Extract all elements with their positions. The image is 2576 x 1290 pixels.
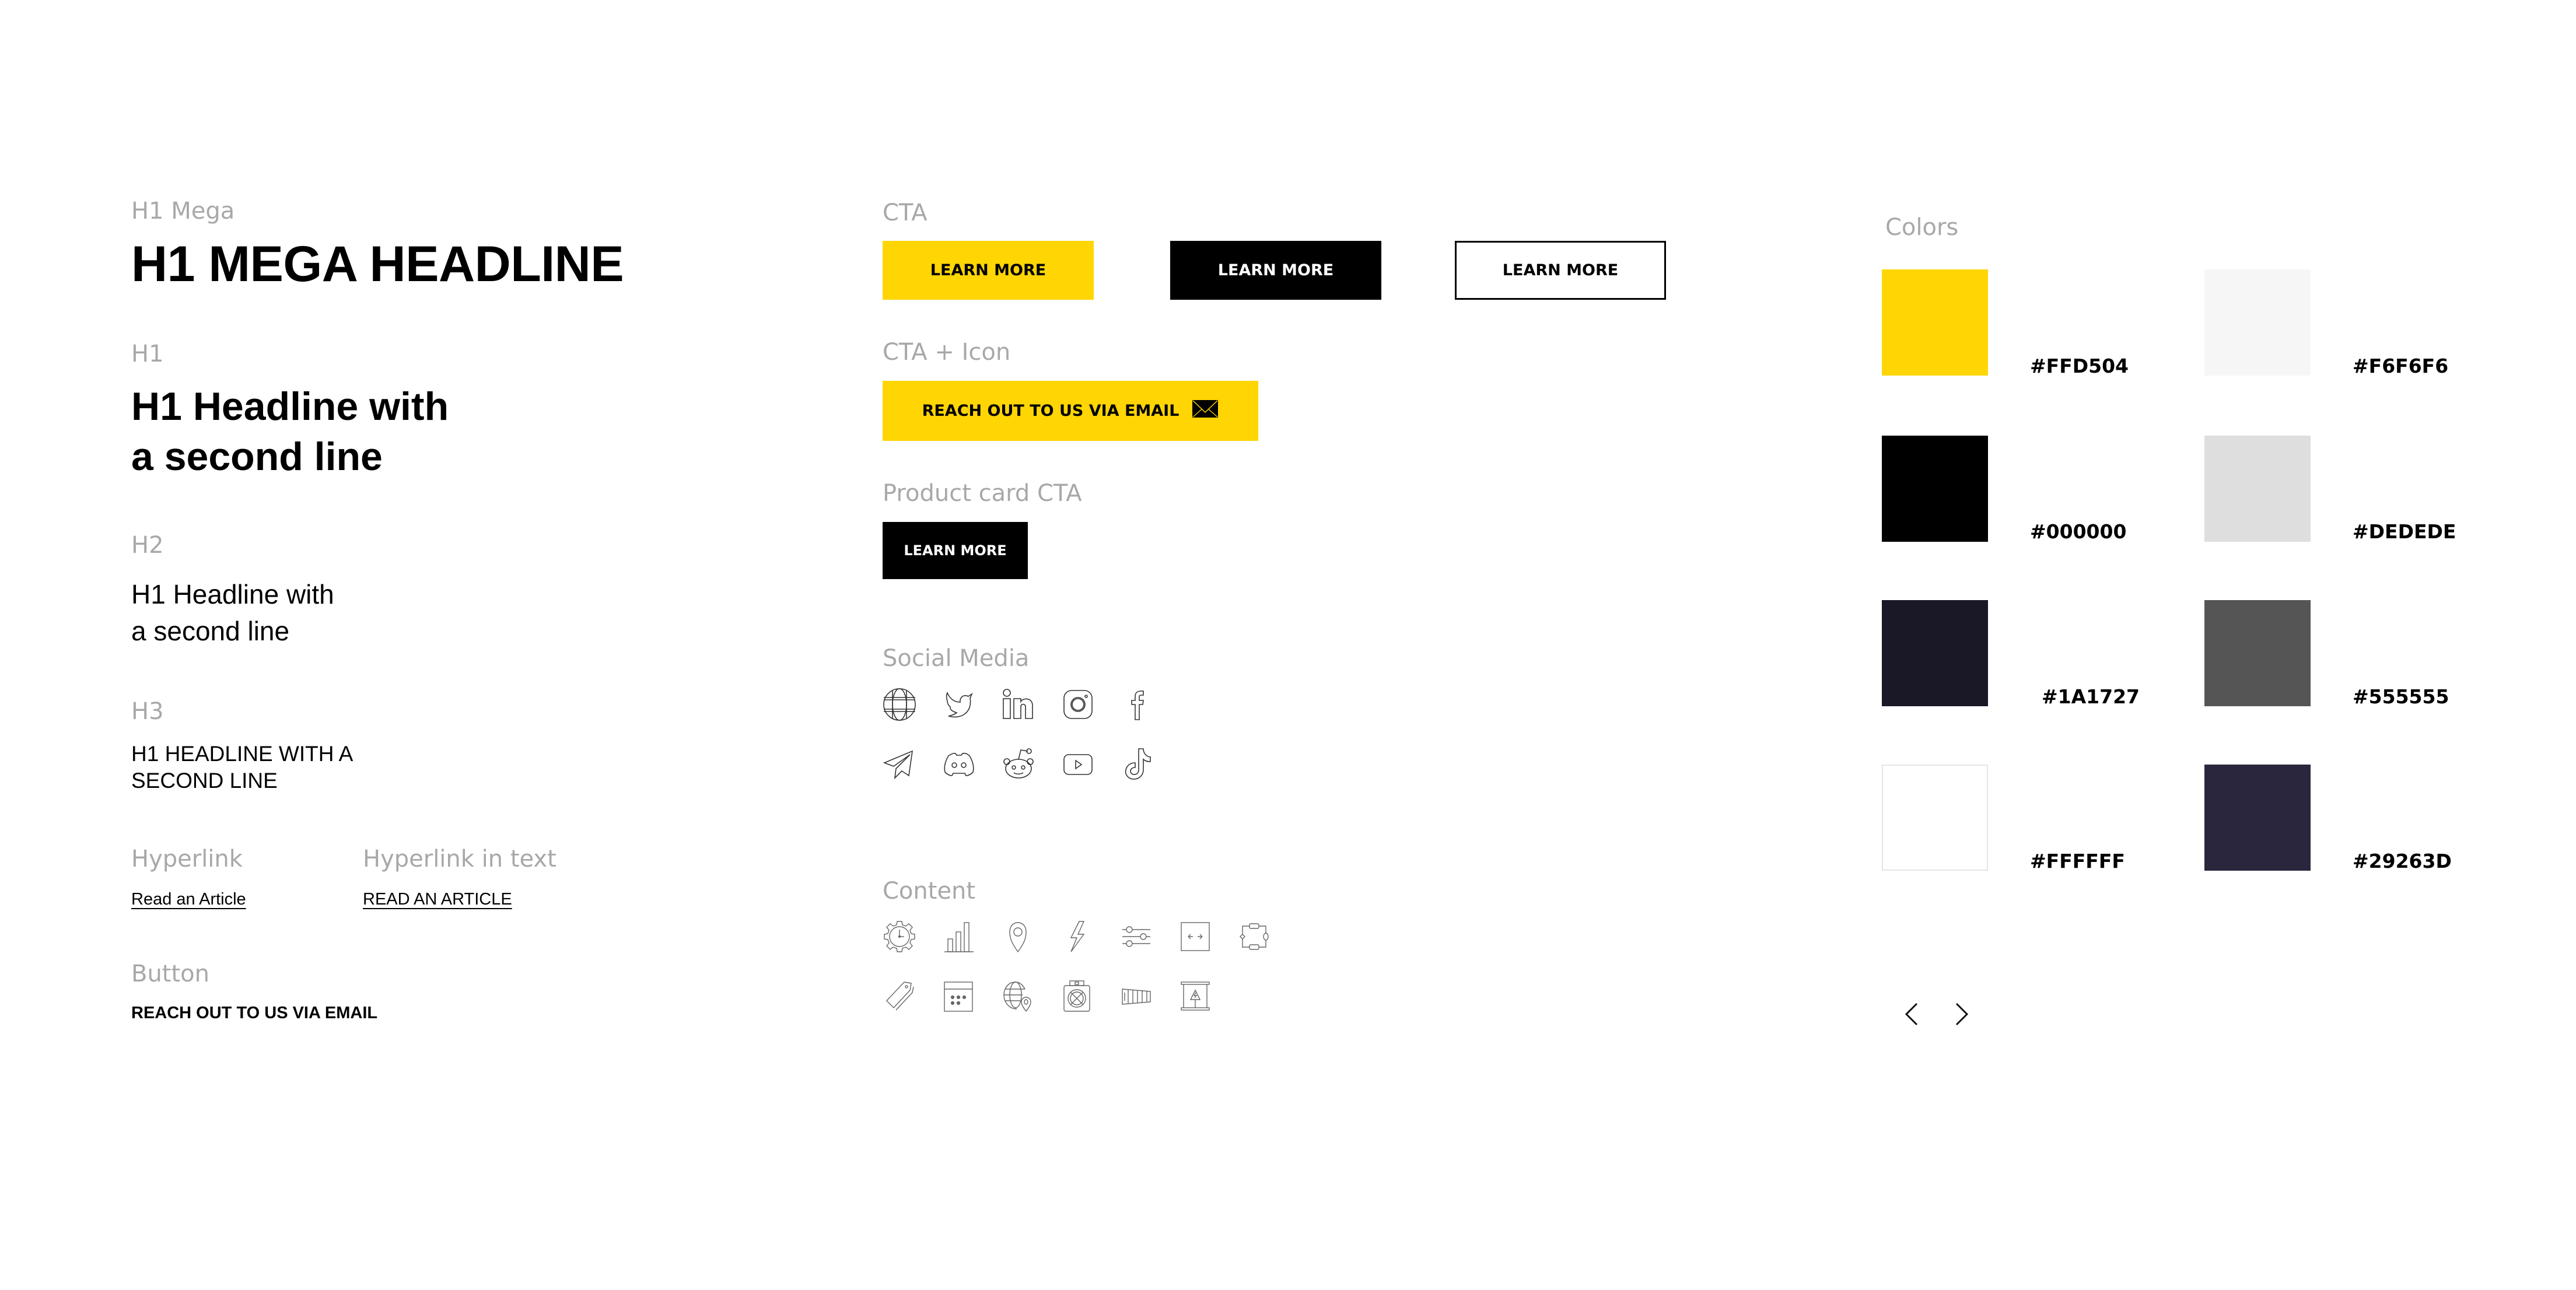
learn-more-yellow-button[interactable]: LEARN MORE (883, 241, 1094, 300)
content-label: Content (883, 878, 976, 905)
sliders-icon (1118, 918, 1155, 955)
h1-headline-line1: H1 Headline with (131, 384, 449, 429)
workflow-icon (1236, 918, 1273, 955)
learn-more-black-button[interactable]: LEARN MORE (1170, 241, 1381, 300)
youtube-icon[interactable] (1059, 745, 1097, 783)
swatch-ffd504 (1882, 269, 1988, 376)
swatch-hex-f6f6f6: #F6F6F6 (2353, 355, 2449, 377)
swatch-000000 (1882, 436, 1988, 542)
swatch-ffffff (1882, 765, 1988, 871)
h3-headline: H1 HEADLINE WITH A SECOND LINE (131, 741, 353, 794)
swatch-hex-29263d: #29263D (2353, 850, 2452, 872)
reddit-icon[interactable] (1000, 745, 1037, 783)
product-card-learn-more-button[interactable]: LEARN MORE (883, 522, 1028, 579)
reach-out-email-button[interactable]: REACH OUT TO US VIA EMAIL (883, 381, 1258, 441)
read-article-uppercase-link[interactable]: READ AN ARTICLE (363, 890, 512, 909)
swatch-hex-ffffff: #FFFFFF (2030, 850, 2125, 872)
power-cabinet-icon (1177, 977, 1214, 1015)
product-card-cta-label: Product card CTA (883, 480, 1082, 507)
h1-label: H1 (131, 341, 164, 367)
swatch-555555 (2204, 600, 2311, 706)
swatch-29263d (2204, 765, 2311, 871)
learn-more-outline-button[interactable]: LEARN MORE (1455, 241, 1666, 300)
globe-icon[interactable] (881, 686, 918, 723)
social-media-label: Social Media (883, 645, 1030, 672)
swatch-hex-1a1727: #1A1727 (2042, 685, 2140, 708)
reach-out-email-button-label: REACH OUT TO US VIA EMAIL (922, 402, 1180, 420)
twitter-icon[interactable] (940, 686, 978, 723)
chevron-right-icon[interactable] (1948, 999, 1974, 1029)
reach-out-text-button[interactable]: REACH OUT TO US VIA EMAIL (131, 1004, 377, 1023)
facebook-icon[interactable] (1119, 686, 1156, 723)
h1-headline-line2: a second line (131, 434, 383, 479)
h2-headline-line1: H1 Headline with (131, 579, 334, 609)
gear-clock-icon (881, 918, 918, 955)
swatch-dedede (2204, 436, 2311, 542)
tags-icon (881, 977, 918, 1015)
h2-headline-line2: a second line (131, 616, 290, 646)
h2-label: H2 (131, 532, 164, 559)
h2-headline: H1 Headline with a second line (131, 576, 334, 650)
bar-chart-icon (940, 918, 977, 955)
button-label: Button (131, 961, 209, 987)
h3-label: H3 (131, 698, 164, 725)
h3-headline-line2: SECOND LINE (131, 769, 278, 793)
miner-fan-icon (1058, 977, 1096, 1015)
cta-icon-label: CTA + Icon (883, 339, 1011, 366)
read-article-link[interactable]: Read an Article (131, 890, 246, 909)
chevron-left-icon[interactable] (1901, 999, 1926, 1029)
container-icon (1118, 977, 1155, 1015)
swatch-hex-000000: #000000 (2030, 520, 2127, 543)
telegram-icon[interactable] (881, 745, 918, 783)
hyperlink-label: Hyperlink (131, 846, 243, 872)
h1-headline: H1 Headline with a second line (131, 381, 449, 482)
globe-pin-icon (999, 977, 1037, 1015)
discord-icon[interactable] (940, 745, 978, 783)
mail-icon (1192, 399, 1219, 422)
lightning-icon (1058, 918, 1096, 955)
swatch-hex-dedede: #DEDEDE (2353, 520, 2456, 543)
swatch-1a1727 (1882, 600, 1988, 706)
location-pin-icon (999, 918, 1037, 955)
tiktok-icon[interactable] (1119, 745, 1156, 783)
h1-mega-label: H1 Mega (131, 198, 235, 225)
instagram-icon[interactable] (1059, 686, 1097, 723)
cta-label: CTA (883, 199, 928, 226)
hyperlink-in-text-label: Hyperlink in text (363, 846, 556, 872)
expand-arrows-icon (1177, 918, 1214, 955)
colors-label: Colors (1885, 214, 1959, 241)
swatch-hex-ffd504: #FFD504 (2030, 355, 2129, 377)
h1-mega-headline: H1 MEGA HEADLINE (131, 236, 624, 292)
linkedin-icon[interactable] (1000, 686, 1037, 723)
calendar-icon (940, 977, 977, 1015)
swatch-hex-555555: #555555 (2353, 685, 2449, 708)
h3-headline-line1: H1 HEADLINE WITH A (131, 742, 354, 766)
swatch-f6f6f6 (2204, 269, 2311, 376)
